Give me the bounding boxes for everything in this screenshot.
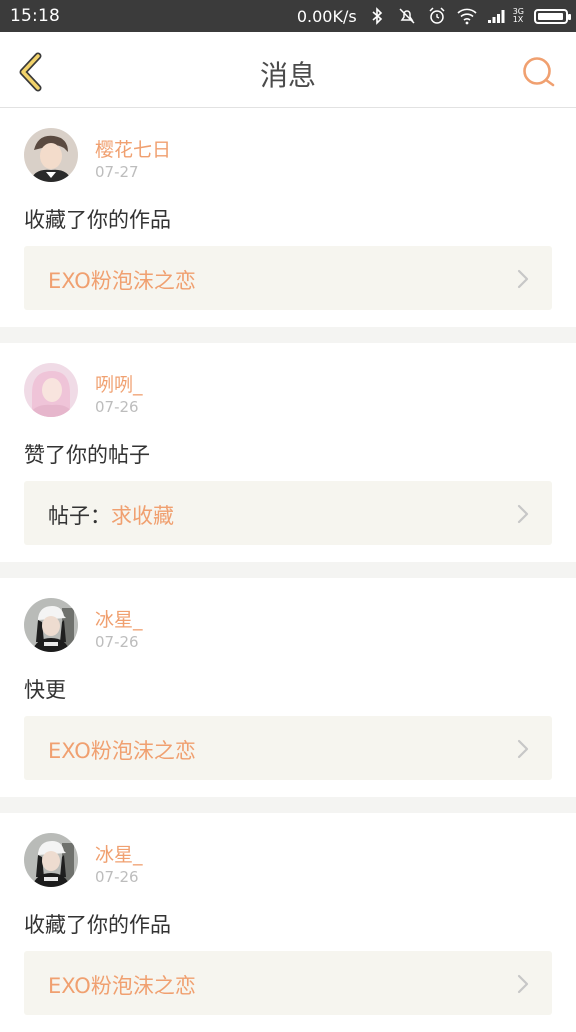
message-date: 07-26 — [95, 633, 139, 651]
chevron-right-icon — [517, 739, 529, 759]
chevron-right-icon — [517, 504, 529, 524]
back-arrow-icon — [19, 52, 42, 92]
avatar-girl-cap-icon — [24, 833, 78, 887]
message-card: 咧咧_ 07-26 赞了你的帖子 帖子：求收藏 — [0, 343, 576, 562]
message-action: 赞了你的帖子 — [24, 443, 150, 467]
avatar-girl-pink-icon — [24, 363, 78, 417]
search-icon — [523, 57, 555, 87]
avatar[interactable] — [24, 128, 78, 182]
message-date: 07-27 — [95, 163, 139, 181]
status-time: 15:18 — [10, 6, 60, 26]
user-name[interactable]: 咧咧_ — [95, 370, 143, 397]
chevron-right-icon — [517, 269, 529, 289]
avatar-girl-cap-icon — [24, 598, 78, 652]
target-title: EXO粉泡沫之恋 — [48, 974, 196, 998]
target-title: EXO粉泡沫之恋 — [48, 739, 196, 763]
status-icons: 0.00K/s 3G 1X — [296, 4, 571, 28]
alarm-icon — [427, 7, 447, 25]
message-action: 收藏了你的作品 — [24, 208, 171, 232]
user-name[interactable]: 樱花七日 — [95, 135, 171, 162]
mute-icon — [397, 7, 417, 25]
bluetooth-icon — [367, 7, 387, 25]
header-bar: 消息 — [0, 32, 576, 108]
network-type: 3G 1X — [513, 8, 524, 24]
divider — [0, 562, 576, 578]
divider — [0, 797, 576, 813]
message-card: 冰星_ 07-26 收藏了你的作品 EXO粉泡沫之恋 — [0, 813, 576, 1032]
message-date: 07-26 — [95, 868, 139, 886]
message-action: 收藏了你的作品 — [24, 913, 171, 937]
target-link[interactable]: EXO粉泡沫之恋 — [24, 716, 552, 780]
page-title: 消息 — [259, 59, 316, 92]
target-title: 求收藏 — [111, 504, 174, 528]
target-link[interactable]: EXO粉泡沫之恋 — [24, 951, 552, 1015]
signal-icon — [487, 7, 507, 25]
avatar[interactable] — [24, 363, 78, 417]
avatar-boy-icon — [24, 128, 78, 182]
status-bar: 15:18 0.00K/s 3G 1X — [0, 0, 576, 32]
message-card: 樱花七日 07-27 收藏了你的作品 EXO粉泡沫之恋 — [0, 108, 576, 327]
message-list: 樱花七日 07-27 收藏了你的作品 EXO粉泡沫之恋 咧咧_ 07-26 赞了… — [0, 108, 576, 1032]
avatar[interactable] — [24, 833, 78, 887]
avatar[interactable] — [24, 598, 78, 652]
user-name[interactable]: 冰星_ — [95, 605, 143, 632]
message-card: 冰星_ 07-26 快更 EXO粉泡沫之恋 — [0, 578, 576, 797]
message-date: 07-26 — [95, 398, 139, 416]
target-label: EXO粉泡沫之恋 — [48, 970, 196, 1000]
target-title: EXO粉泡沫之恋 — [48, 269, 196, 293]
divider — [0, 327, 576, 343]
wifi-icon — [457, 7, 477, 25]
message-action: 快更 — [24, 678, 66, 702]
target-label: EXO粉泡沫之恋 — [48, 735, 196, 765]
search-button[interactable] — [520, 54, 558, 92]
back-button[interactable] — [10, 50, 54, 94]
network-type-bottom: 1X — [512, 15, 524, 24]
target-link[interactable]: EXO粉泡沫之恋 — [24, 246, 552, 310]
battery-level — [538, 12, 563, 20]
user-name[interactable]: 冰星_ — [95, 840, 143, 867]
target-link[interactable]: 帖子：求收藏 — [24, 481, 552, 545]
chevron-right-icon — [517, 974, 529, 994]
target-label: EXO粉泡沫之恋 — [48, 265, 196, 295]
target-label: 帖子：求收藏 — [48, 500, 174, 530]
target-prefix: 帖子： — [48, 504, 111, 528]
network-speed: 0.00K/s — [296, 6, 357, 26]
battery-icon — [534, 8, 571, 24]
